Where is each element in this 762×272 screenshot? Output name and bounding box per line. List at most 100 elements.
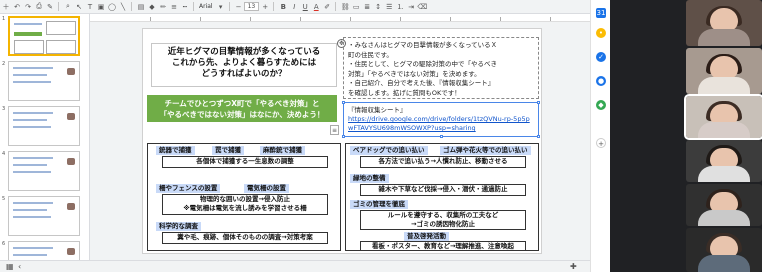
undo-icon[interactable]: ↶ [12,2,22,12]
resize-handle[interactable] [440,135,443,138]
collapse-panel-icon[interactable]: ‹ [18,262,21,271]
print-icon[interactable]: ⎙ [34,2,44,12]
measure-tag[interactable]: ゴム弾や花火等での追い払い [440,146,531,155]
slide-thumbnail[interactable] [8,61,80,101]
info-sheet-link[interactable]: https://drive.google.com/drive/folders/1… [348,115,534,133]
keep-icon[interactable]: • [596,28,606,38]
participant-body [698,122,750,138]
measure-description[interactable]: 雑木や下草など伐採→侵入・潜伏・通過防止 [360,184,526,196]
measure-tag[interactable]: 柵やフェンスの設置 [156,184,221,193]
highlight-icon[interactable]: ✐ [322,2,332,12]
grid-view-icon[interactable]: ▦ [6,262,14,271]
clear-format-icon[interactable]: ⌫ [417,2,427,12]
measure-tag[interactable]: 麻酔銃で捕獲 [260,146,305,155]
align-icon[interactable]: ≣ [362,2,372,12]
fill-color-icon[interactable]: ◆ [147,2,157,12]
line-icon[interactable]: ╲ [118,2,128,12]
slide-thumbnail-row[interactable]: 3 [0,104,89,150]
left-measures-panel: 銃器で捕獲 罠で捕獲 麻酔銃で捕獲 各個体で捕獲する一生息数の調整 柵やフェンス… [147,143,341,251]
slide-thumbnail[interactable] [8,106,80,146]
right-measures-panel: ベアドッグでの追い払い ゴム弾や花火等での追い払い 各方法で追い払う→人慣れ防止… [345,143,539,251]
select-icon[interactable]: ↖ [74,2,84,12]
shape-icon[interactable]: ◯ [107,2,117,12]
resize-handle[interactable] [537,135,540,138]
participant-video-tile[interactable] [686,228,762,272]
slide-thumbnail[interactable] [8,151,80,191]
maps-icon[interactable]: ◆ [596,100,606,110]
title-line: 近年ヒグマの目撃情報が多くなっている [167,47,321,57]
title-line: これから先、よりよく暮らすためには [171,58,317,68]
comment-icon[interactable]: ▤ [136,2,146,12]
chevron-down-icon[interactable]: ▾ [216,2,226,12]
slide-title-box[interactable]: 近年ヒグマの目撃情報が多くなっている これから先、よりよく暮らすためには どうす… [151,43,337,87]
numbered-list-icon[interactable]: ⒈ [395,2,405,12]
font-decrease-button[interactable]: − [234,2,244,12]
measure-tag[interactable]: 普及啓発活動 [404,232,449,241]
slides-toolbar: ＋ ↶ ↷ ⎙ ✎ ⌕ ↖ T ▣ ◯ ╲ ▤ ◆ ✏ ≡ ┅ Arial ▾ … [0,0,590,14]
font-select[interactable]: Arial [197,3,215,10]
bottom-bar: ▦ ‹ ✚ [0,260,590,272]
italic-button[interactable]: I [289,2,299,12]
bold-button[interactable]: B [278,2,288,12]
paint-format-icon[interactable]: ✎ [45,2,55,12]
redo-icon[interactable]: ↷ [23,2,33,12]
participant-face [710,8,738,32]
text-box-icon[interactable]: T [85,2,95,12]
participant-video-tile[interactable] [686,184,762,226]
image-icon[interactable]: ▣ [96,2,106,12]
measure-description[interactable]: 各方法で追い払う→人慣れ防止、移動させる [360,156,526,168]
border-color-icon[interactable]: ✏ [158,2,168,12]
add-icon[interactable]: ＋ [1,2,11,12]
slide[interactable]: 近年ヒグマの目撃情報が多くなっている これから先、よりよく暮らすためには どうす… [142,28,542,254]
slide-thumbnail-row[interactable]: 4 [0,149,89,195]
slide-thumbnail-row[interactable]: 1 [0,14,89,60]
measure-description[interactable]: ルールを遵守する、収集所の工夫など →ゴミの誘因物化防止 [360,210,526,230]
font-size-input[interactable]: 13 [243,2,260,11]
add-icon[interactable]: + [596,138,606,148]
text-color-button[interactable]: A [311,2,321,12]
slide-thumbnail[interactable] [8,196,80,236]
measure-tag[interactable]: 罠で捕獲 [212,146,244,155]
slide-thumbnail[interactable] [8,16,80,56]
tasks-icon[interactable]: ✓ [596,52,606,62]
instructions-box[interactable]: ・みなさんはヒグマの目撃情報が多くなっているＸ 町の住民です。 ・住民として、ヒ… [343,37,539,99]
measure-description[interactable]: 糞や毛、痕跡、個体そのものの調査→対策考案 [162,232,328,244]
measure-tag[interactable]: 科学的な調査 [156,222,201,231]
measure-tag[interactable]: ベアドッグでの追い払い [350,146,428,155]
calendar-icon[interactable]: 31 [596,8,606,18]
slide-thumbnail-row[interactable]: 2 [0,59,89,105]
measure-tag[interactable]: 緑地の整備 [350,174,389,183]
underline-button[interactable]: U [300,2,310,12]
bulleted-list-icon[interactable]: ☰ [384,2,394,12]
line-spacing-icon[interactable]: ↕ [373,2,383,12]
slide-thumbnail-row[interactable]: 5 [0,194,89,240]
link-icon[interactable]: ⛓ [340,2,350,12]
participant-video-tile[interactable] [684,94,762,140]
participant-video-tile[interactable] [686,0,762,46]
explore-icon[interactable]: ✚ [570,262,577,271]
banner-line: チームでひとつずつX町で「やるべき対策」と [164,99,320,108]
resize-handle[interactable] [537,101,540,104]
participant-video-tile[interactable] [686,140,762,182]
measure-description[interactable]: 物理的な囲いの設置→侵入防止 ※電気柵は電気を流し誘みを学習させる柵 [162,194,328,215]
zoom-icon[interactable]: ⌕ [63,2,73,12]
measure-description[interactable]: 看板・ポスター、教育など→理解推進、注意喚起 [360,241,526,251]
measure-tag[interactable]: 電気柵の設置 [244,184,289,193]
border-dash-icon[interactable]: ┅ [180,2,190,12]
contacts-icon[interactable]: ● [596,76,606,86]
measure-tag[interactable]: ゴミの管理を徹底 [350,200,408,209]
measure-description[interactable]: 各個体で捕獲する一生息数の調整 [162,156,328,168]
participant-video-tile[interactable] [686,48,762,94]
insert-comment-icon[interactable]: ▭ [351,2,361,12]
info-sheet-link-box[interactable]: 『情報収集シート』 https://drive.google.com/drive… [342,101,540,138]
measure-tag[interactable]: 銃器で捕獲 [156,146,195,155]
resize-handle[interactable] [342,101,345,104]
text-options-icon[interactable]: ≡ [330,125,339,135]
participant-body [698,166,750,182]
resize-handle[interactable] [342,135,345,138]
border-weight-icon[interactable]: ≡ [169,2,179,12]
indent-icon[interactable]: ⇥ [406,2,416,12]
task-banner[interactable]: チームでひとつずつX町で「やるべき対策」と 「やるべきではない対策」はなにか、決… [147,95,337,122]
font-increase-button[interactable]: + [260,2,270,12]
participant-body [698,255,750,272]
